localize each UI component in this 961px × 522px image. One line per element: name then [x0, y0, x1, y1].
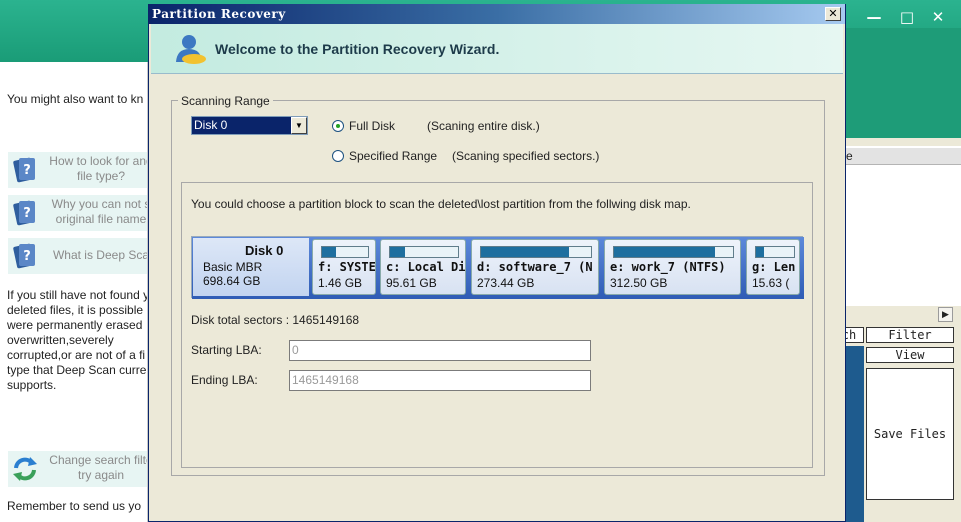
- partition-usage-fill: [756, 247, 764, 257]
- preview-strip: [846, 346, 864, 522]
- full-disk-label[interactable]: Full Disk: [349, 119, 395, 133]
- partition-usage-bar: [480, 246, 592, 258]
- partition-usage-bar: [389, 246, 459, 258]
- refresh-icon: [13, 457, 37, 481]
- ending-lba-input[interactable]: 1465149168: [289, 370, 591, 391]
- maximize-button[interactable]: □: [895, 6, 919, 28]
- partition-block[interactable]: d: software_7 (N 273.44 GB: [471, 239, 599, 295]
- full-disk-description: (Scaning entire disk.): [427, 119, 540, 133]
- help-book-icon: ?: [13, 157, 35, 183]
- disk-info-block[interactable]: Disk 0 Basic MBR 698.64 GB: [193, 238, 309, 296]
- partition-size: 1.46 GB: [318, 276, 363, 290]
- starting-lba-input[interactable]: 0: [289, 340, 591, 361]
- specified-range-label[interactable]: Specified Range: [349, 149, 437, 163]
- disk-map-instructions: You could choose a partition block to sc…: [191, 197, 691, 211]
- save-files-button[interactable]: Save Files: [866, 368, 954, 500]
- disk-map: Disk 0 Basic MBR 698.64 GB f: SYSTE 1.46…: [191, 236, 804, 299]
- close-button[interactable]: ✕: [926, 6, 950, 28]
- specified-range-description: (Scaning specified sectors.): [452, 149, 600, 163]
- starting-lba-label: Starting LBA:: [191, 343, 262, 357]
- wizard-title: Welcome to the Partition Recovery Wizard…: [215, 41, 500, 57]
- ending-lba-label: Ending LBA:: [191, 373, 258, 387]
- partition-usage-fill: [614, 247, 716, 257]
- partition-usage-bar: [321, 246, 369, 258]
- results-column-header[interactable]: e: [846, 148, 961, 165]
- help-item-label: What is Deep Sca: [52, 248, 148, 262]
- help-item-file-name[interactable]: ? Why you can not s original file name: [8, 195, 148, 231]
- partition-block[interactable]: g: Len 15.63 (: [746, 239, 800, 295]
- disk-select[interactable]: Disk 0 ▼: [191, 116, 308, 135]
- help-item-file-type[interactable]: ? How to look for and file type?: [8, 152, 148, 188]
- partition-usage-fill: [322, 247, 336, 257]
- wizard-user-icon: [176, 35, 206, 64]
- disk-size: 698.64 GB: [203, 274, 261, 288]
- partition-size: 273.44 GB: [477, 276, 535, 290]
- change-search-filter-link[interactable]: Change search filte try again: [8, 451, 148, 487]
- help-item-deep-scan[interactable]: ? What is Deep Sca: [8, 238, 148, 274]
- svg-text:?: ?: [23, 163, 31, 178]
- partition-name: e: work_7 (NTFS): [610, 260, 726, 274]
- disk-name: Disk 0: [245, 243, 284, 258]
- results-pane: e ▶ ch Filter View Save Files: [834, 28, 961, 522]
- partition-size: 95.61 GB: [386, 276, 437, 290]
- filter-button[interactable]: Filter: [866, 327, 954, 343]
- partition-usage-fill: [390, 247, 405, 257]
- dialog-titlebar[interactable]: Partition Recovery ✕: [149, 4, 845, 24]
- results-header-band: [846, 28, 961, 138]
- dialog-title: Partition Recovery: [152, 7, 286, 21]
- results-scrollbar[interactable]: ▶: [846, 306, 961, 322]
- partition-block[interactable]: e: work_7 (NTFS) 312.50 GB: [604, 239, 741, 295]
- partition-name: g: Len: [752, 260, 796, 274]
- help-book-icon: ?: [13, 243, 35, 269]
- help-item-label: Why you can not s original file name: [51, 197, 148, 226]
- disk-type: Basic MBR: [203, 260, 263, 274]
- partition-name: d: software_7 (N: [477, 260, 593, 274]
- svg-text:?: ?: [23, 249, 31, 264]
- partition-usage-fill: [481, 247, 569, 257]
- partition-block[interactable]: f: SYSTE 1.46 GB: [312, 239, 376, 295]
- scroll-right-icon[interactable]: ▶: [938, 307, 953, 322]
- minimize-button[interactable]: —: [862, 6, 886, 28]
- chevron-down-icon[interactable]: ▼: [291, 117, 307, 134]
- results-list: [846, 146, 961, 306]
- partition-name: c: Local Dis: [386, 260, 466, 274]
- partition-size: 312.50 GB: [610, 276, 668, 290]
- help-pane: You might also want to kn ? How to look …: [0, 62, 148, 522]
- full-disk-radio[interactable]: [332, 120, 344, 132]
- svg-text:?: ?: [23, 206, 31, 221]
- help-book-icon: ?: [13, 200, 35, 226]
- disk-total-sectors: Disk total sectors : 1465149168: [191, 313, 360, 327]
- dialog-close-button[interactable]: ✕: [825, 7, 841, 21]
- dialog-body: Scanning Range Disk 0 ▼ Full Disk (Scani…: [151, 74, 843, 518]
- partition-name: f: SYSTE: [318, 260, 376, 274]
- disk-select-value: Disk 0: [194, 118, 228, 132]
- help-item-label: How to look for and file type?: [49, 154, 148, 183]
- partition-usage-bar: [613, 246, 734, 258]
- scanning-range-legend: Scanning Range: [178, 94, 273, 108]
- partition-size: 15.63 (: [752, 276, 790, 290]
- help-intro: You might also want to kn: [7, 92, 144, 106]
- help-footer: Remember to send us yo: [7, 499, 142, 513]
- partition-block[interactable]: c: Local Dis 95.61 GB: [380, 239, 466, 295]
- partition-recovery-dialog: Partition Recovery ✕ Welcome to the Part…: [148, 4, 846, 522]
- specified-range-radio[interactable]: [332, 150, 344, 162]
- view-button[interactable]: View: [866, 347, 954, 363]
- partition-usage-bar: [755, 246, 795, 258]
- wizard-header: Welcome to the Partition Recovery Wizard…: [151, 24, 843, 74]
- change-search-label: Change search filte try again: [49, 453, 148, 482]
